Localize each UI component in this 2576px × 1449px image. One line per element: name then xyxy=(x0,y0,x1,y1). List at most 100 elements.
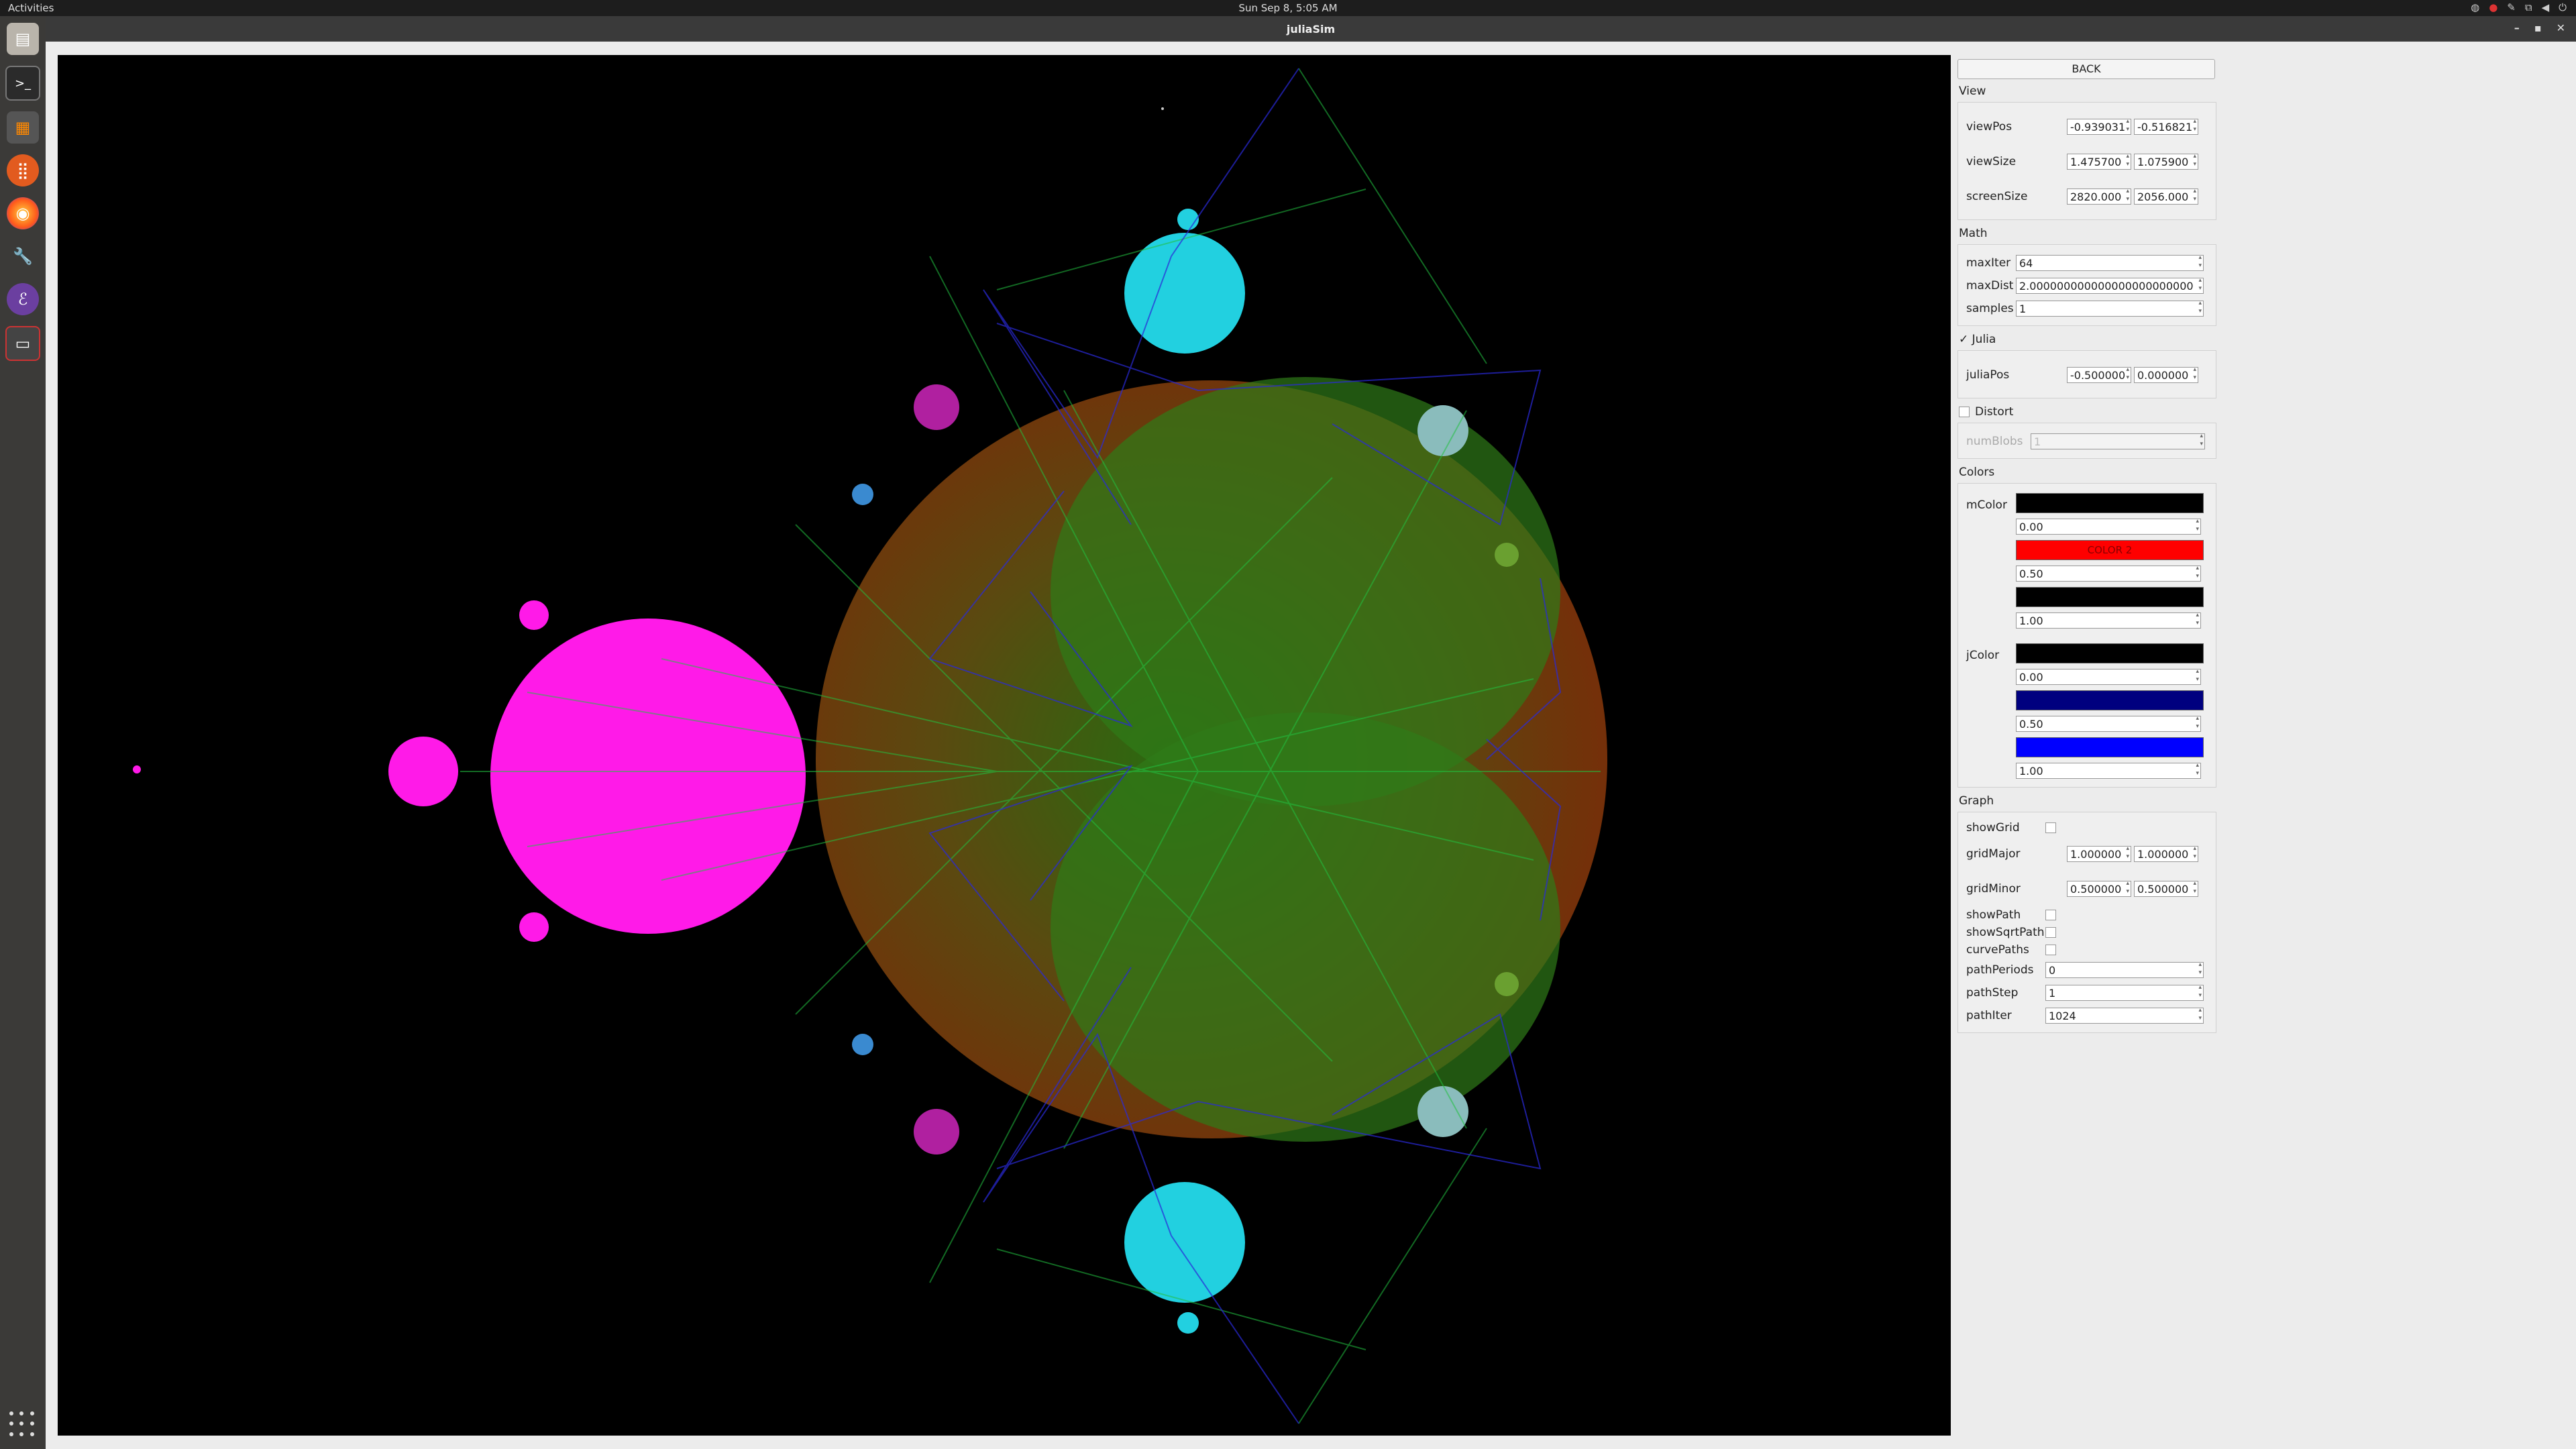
gridmajor-label: gridMajor xyxy=(1966,847,2021,861)
gridminor-label: gridMinor xyxy=(1966,882,2021,896)
distort-checkbox[interactable] xyxy=(1959,407,1970,417)
jcolor-group: jColor 0.00 0.50 1.00 xyxy=(1966,641,2210,782)
fractal-image xyxy=(133,68,1607,1424)
mcolor-group: mColor 0.00 COLOR 2 0.50 1.00 xyxy=(1966,490,2210,631)
mcolor-stop-2-pos[interactable]: 1.00 xyxy=(2016,612,2201,629)
viewpos-x-input[interactable]: -0.939031 xyxy=(2067,119,2131,135)
viewsize-row: viewSize 1.475700 1.075900 xyxy=(1966,144,2210,179)
juliapos-label: juliaPos xyxy=(1966,368,2010,382)
drill-icon[interactable]: 🔧 xyxy=(7,240,39,272)
view-section: viewPos -0.939031 -0.516821 viewSize 1.4… xyxy=(1957,102,2216,220)
app-grid-icon[interactable]: ⣿ xyxy=(7,154,39,186)
math-section: maxIter 64 maxDist 2.0000000000000000000… xyxy=(1957,244,2216,326)
terminal-icon[interactable]: >_ xyxy=(5,66,40,101)
power-icon[interactable]: ⏻ xyxy=(2559,1,2567,13)
dock: ▤ >_ ▦ ⣿ ◉ 🔧 ℰ ▭ xyxy=(0,16,46,1449)
alert-icon[interactable]: ● xyxy=(2489,1,2498,13)
pathstep-input[interactable]: 1 xyxy=(2045,985,2204,1001)
viewpos-y-input[interactable]: -0.516821 xyxy=(2134,119,2198,135)
samples-label: samples xyxy=(1966,302,2014,315)
system-tray: ◍ ● ✎ ⧉ ◀ ⏻ xyxy=(2471,1,2567,13)
maxdist-input[interactable]: 2.000000000000000000000000 xyxy=(2016,278,2204,294)
math-section-title: Math xyxy=(1959,227,1988,240)
mcolor-label: mColor xyxy=(1966,498,2007,512)
fractal-canvas[interactable] xyxy=(58,55,1951,1436)
view-section-title: View xyxy=(1959,85,1986,98)
control-panel: BACK View viewPos -0.939031 -0.516821 vi… xyxy=(1957,59,2216,1040)
gridminor-x-input[interactable]: 0.500000 xyxy=(2067,881,2131,897)
showgrid-label: showGrid xyxy=(1966,821,2020,835)
julia-label: Julia xyxy=(1972,333,1996,346)
numblobs-label: numBlobs xyxy=(1966,435,2023,448)
show-applications-icon[interactable] xyxy=(9,1411,36,1438)
gridminor-y-input[interactable]: 0.500000 xyxy=(2134,881,2198,897)
minimize-icon[interactable]: – xyxy=(2514,21,2520,34)
top-bar: Activities Sun Sep 8, 5:05 AM ◍ ● ✎ ⧉ ◀ … xyxy=(0,0,2576,16)
screensize-x-input[interactable]: 2820.000 xyxy=(2067,189,2131,205)
juliapos-x-input[interactable]: -0.500000 xyxy=(2067,367,2131,383)
maximize-icon[interactable]: ▪ xyxy=(2534,21,2542,34)
volume-icon[interactable]: ◀ xyxy=(2542,1,2550,13)
pathiter-label: pathIter xyxy=(1966,1009,2012,1022)
maxdist-label: maxDist xyxy=(1966,279,2014,292)
pen-icon[interactable]: ✎ xyxy=(2507,1,2516,13)
jcolor-stop-0-swatch[interactable] xyxy=(2016,643,2204,663)
emacs-icon[interactable]: ℰ xyxy=(7,283,39,315)
jcolor-stop-2-swatch[interactable] xyxy=(2016,737,2204,757)
samples-input[interactable]: 1 xyxy=(2016,301,2204,317)
showgrid-checkbox[interactable] xyxy=(2045,822,2056,833)
clock[interactable]: Sun Sep 8, 5:05 AM xyxy=(0,2,2576,14)
screensize-y-input[interactable]: 2056.000 xyxy=(2134,189,2198,205)
curvepaths-checkbox[interactable] xyxy=(2045,945,2056,955)
window-title: juliaSim xyxy=(1286,23,1336,36)
mcolor-stop-0-pos[interactable]: 0.00 xyxy=(2016,519,2201,535)
mcolor-stop-1-pos[interactable]: 0.50 xyxy=(2016,566,2201,582)
distort-label: Distort xyxy=(1975,405,2014,419)
screensize-row: screenSize 2820.000 2056.000 xyxy=(1966,179,2210,214)
calculator-icon[interactable]: ▦ xyxy=(7,111,39,144)
viewpos-row: viewPos -0.939031 -0.516821 xyxy=(1966,109,2210,144)
jcolor-label: jColor xyxy=(1966,649,2000,662)
distort-toggle[interactable]: Distort xyxy=(1959,405,2216,419)
mcolor-stop-0-swatch[interactable] xyxy=(2016,493,2204,513)
pathperiods-input[interactable]: 0 xyxy=(2045,962,2204,978)
steam-icon[interactable]: ◍ xyxy=(2471,1,2479,13)
showsqrtpath-checkbox[interactable] xyxy=(2045,927,2056,938)
julia-section: juliaPos -0.500000 0.000000 xyxy=(1957,350,2216,398)
jcolor-stop-1-pos[interactable]: 0.50 xyxy=(2016,716,2201,732)
firefox-icon[interactable]: ◉ xyxy=(7,197,39,229)
julia-toggle[interactable]: ✓ Julia xyxy=(1959,333,2216,346)
showpath-label: showPath xyxy=(1966,908,2021,922)
showpath-checkbox[interactable] xyxy=(2045,910,2056,920)
viewer-icon[interactable]: ▭ xyxy=(5,326,40,361)
viewsize-label: viewSize xyxy=(1966,155,2017,168)
gridmajor-y-input[interactable]: 1.000000 xyxy=(2134,846,2198,862)
maxiter-label: maxIter xyxy=(1966,256,2011,270)
pathiter-input[interactable]: 1024 xyxy=(2045,1008,2204,1024)
juliapos-y-input[interactable]: 0.000000 xyxy=(2134,367,2198,383)
pathstep-label: pathStep xyxy=(1966,986,2019,1000)
network-icon[interactable]: ⧉ xyxy=(2525,1,2532,13)
numblobs-input[interactable]: 1 xyxy=(2031,433,2205,449)
mcolor-stop-2-swatch[interactable] xyxy=(2016,587,2204,607)
window-titlebar[interactable]: juliaSim – ▪ ✕ xyxy=(46,16,2576,42)
colors-section: mColor 0.00 COLOR 2 0.50 1.00 jColor 0.0… xyxy=(1957,483,2216,788)
close-icon[interactable]: ✕ xyxy=(2557,21,2565,34)
pathperiods-label: pathPeriods xyxy=(1966,963,2034,977)
viewpos-label: viewPos xyxy=(1966,120,2012,133)
mcolor-stop-1-swatch[interactable]: COLOR 2 xyxy=(2016,540,2204,560)
files-icon[interactable]: ▤ xyxy=(7,23,39,55)
julia-checkbox[interactable]: ✓ xyxy=(1959,333,1968,346)
showsqrtpath-label: showSqrtPath xyxy=(1966,926,2045,939)
curvepaths-label: curvePaths xyxy=(1966,943,2029,957)
viewsize-x-input[interactable]: 1.475700 xyxy=(2067,154,2131,170)
jcolor-stop-0-pos[interactable]: 0.00 xyxy=(2016,669,2201,685)
colors-section-title: Colors xyxy=(1959,466,1995,479)
maxiter-input[interactable]: 64 xyxy=(2016,255,2204,271)
jcolor-stop-2-pos[interactable]: 1.00 xyxy=(2016,763,2201,779)
back-button[interactable]: BACK xyxy=(1957,59,2215,79)
jcolor-stop-1-swatch[interactable] xyxy=(2016,690,2204,710)
gridmajor-x-input[interactable]: 1.000000 xyxy=(2067,846,2131,862)
viewsize-y-input[interactable]: 1.075900 xyxy=(2134,154,2198,170)
distort-section: numBlobs 1 xyxy=(1957,423,2216,459)
